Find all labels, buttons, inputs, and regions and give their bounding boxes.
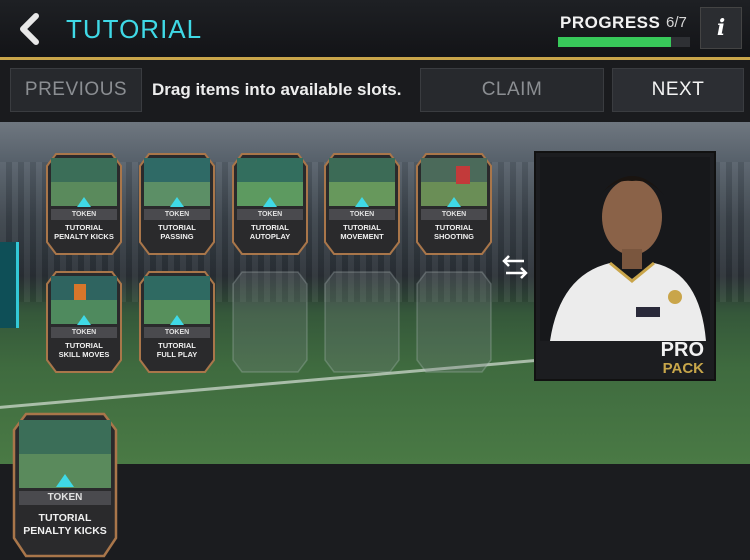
card-token-label: TOKEN [164, 211, 190, 218]
tray-token-card[interactable]: TOKEN TUTORIAL PENALTY KICKS [12, 412, 118, 558]
instruction-text: Drag items into available slots. [152, 80, 402, 99]
pack-subtitle: PACK [662, 360, 704, 377]
side-drawer-handle[interactable] [0, 242, 19, 328]
token-card[interactable]: TOKEN TUTORIAL SHOOTING [416, 152, 492, 256]
token-card[interactable]: TOKEN TUTORIAL AUTOPLAY [232, 152, 308, 256]
progress-count: 6/7 [666, 14, 687, 31]
token-card[interactable]: TOKEN TUTORIAL MOVEMENT [324, 152, 400, 256]
player-silhouette-icon [540, 157, 710, 341]
pro-pack[interactable]: PRO PACK [534, 151, 716, 381]
token-card[interactable]: TOKEN TUTORIAL SKILL MOVES [46, 270, 122, 374]
empty-slot[interactable] [416, 270, 492, 374]
progress-label: PROGRESS [560, 13, 661, 32]
card-name: TUTORIAL FULL PLAY [156, 341, 198, 359]
progress-bar-fill [558, 37, 672, 47]
token-logo-icon [77, 315, 91, 325]
back-arrow-icon[interactable] [14, 12, 48, 46]
empty-slot[interactable] [232, 270, 308, 374]
pack-title: PRO [660, 339, 704, 361]
token-logo-icon [447, 197, 461, 207]
card-token-label: TOKEN [441, 211, 467, 218]
progress-bar [558, 37, 690, 47]
page-title: TUTORIAL [66, 14, 203, 44]
card-token-label: TOKEN [71, 329, 97, 336]
previous-button[interactable]: PREVIOUS [10, 68, 142, 112]
claim-button[interactable]: CLAIM [420, 68, 604, 112]
token-logo-icon [263, 197, 277, 207]
card-name: TUTORIAL PASSING [158, 223, 196, 241]
next-button[interactable]: NEXT [612, 68, 744, 112]
card-token-label: TOKEN [257, 211, 283, 218]
card-name: TUTORIAL SHOOTING [433, 223, 474, 241]
swap-arrows-icon [502, 255, 528, 279]
card-name: TUTORIAL SKILL MOVES [58, 341, 110, 359]
card-name: TUTORIAL PENALTY KICKS [23, 512, 107, 537]
token-logo-icon [355, 197, 369, 207]
top-bar: TUTORIAL PROGRESS 6/7 i [0, 0, 750, 60]
card-token-label: TOKEN [164, 329, 190, 336]
empty-slot[interactable] [324, 270, 400, 374]
card-token-label: TOKEN [47, 492, 83, 503]
card-token-label: TOKEN [349, 211, 375, 218]
card-name: TUTORIAL MOVEMENT [340, 223, 384, 241]
info-button[interactable]: i [700, 7, 742, 49]
token-logo-icon [56, 474, 74, 487]
token-logo-icon [170, 197, 184, 207]
token-card[interactable]: TOKEN TUTORIAL FULL PLAY [139, 270, 215, 374]
token-logo-icon [77, 197, 91, 207]
token-card[interactable]: TOKEN TUTORIAL PENALTY KICKS [46, 152, 122, 256]
pack-player-image [540, 157, 710, 341]
card-name: TUTORIAL AUTOPLAY [249, 223, 291, 241]
token-logo-icon [170, 315, 184, 325]
token-card[interactable]: TOKEN TUTORIAL PASSING [139, 152, 215, 256]
card-token-label: TOKEN [71, 211, 97, 218]
card-name: TUTORIAL PENALTY KICKS [54, 223, 114, 241]
